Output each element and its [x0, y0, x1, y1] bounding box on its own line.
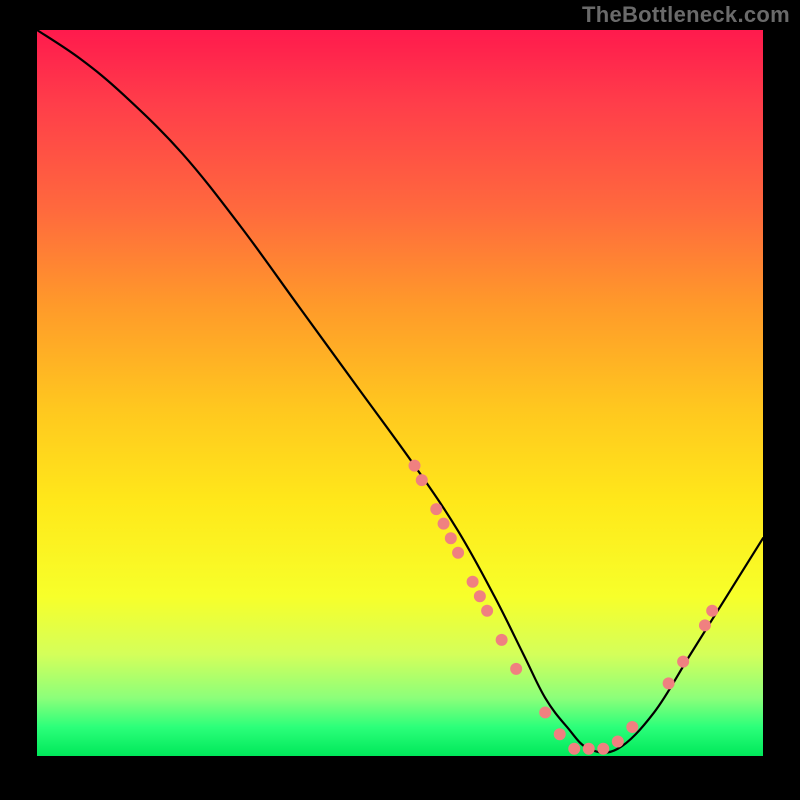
highlight-dot: [699, 619, 711, 631]
highlight-dot: [467, 576, 479, 588]
highlight-dot: [539, 706, 551, 718]
highlight-dot: [597, 743, 609, 755]
highlight-dot: [663, 677, 675, 689]
highlight-dot: [481, 605, 493, 617]
chart-frame: TheBottleneck.com: [0, 0, 800, 800]
highlight-dot: [416, 474, 428, 486]
highlight-dot: [583, 743, 595, 755]
highlight-dot: [496, 634, 508, 646]
highlight-dot: [706, 605, 718, 617]
bottleneck-curve: [37, 30, 763, 753]
highlight-dot: [612, 735, 624, 747]
highlight-dot: [568, 743, 580, 755]
highlight-dot: [626, 721, 638, 733]
highlight-dot: [409, 460, 421, 472]
highlight-dot: [510, 663, 522, 675]
highlight-dot: [445, 532, 457, 544]
highlight-dot: [677, 656, 689, 668]
watermark-text: TheBottleneck.com: [582, 2, 790, 28]
highlight-dot: [438, 518, 450, 530]
highlight-dot: [554, 728, 566, 740]
highlight-dots-group: [409, 460, 719, 755]
curve-layer: [37, 30, 763, 756]
highlight-dot: [430, 503, 442, 515]
highlight-dot: [452, 547, 464, 559]
highlight-dot: [474, 590, 486, 602]
